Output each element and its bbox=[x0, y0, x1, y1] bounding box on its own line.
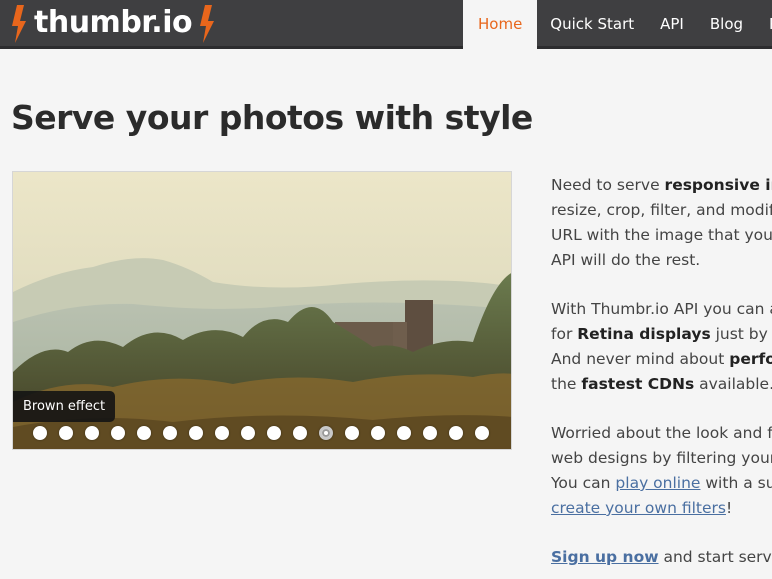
sign-up-link[interactable]: Sign up now bbox=[551, 548, 659, 566]
text: Worried about the look and f bbox=[551, 424, 772, 442]
image-slider[interactable]: Brown effect bbox=[12, 171, 512, 450]
brand-logo[interactable]: thumbr.io bbox=[10, 4, 216, 44]
lightning-bolt-icon bbox=[200, 5, 215, 43]
text: with a su bbox=[700, 474, 772, 492]
slider-dot[interactable] bbox=[449, 426, 463, 440]
nav-item-api[interactable]: API bbox=[647, 0, 697, 49]
intro-paragraph-filters: Worried about the look and f web designs… bbox=[551, 421, 772, 521]
emphasis: fastest CDNs bbox=[581, 375, 695, 393]
slider-dot[interactable] bbox=[267, 426, 281, 440]
emphasis: Retina displays bbox=[577, 325, 711, 343]
text: You can bbox=[551, 474, 616, 492]
slider-dot[interactable] bbox=[163, 426, 177, 440]
slider-dot[interactable] bbox=[293, 426, 307, 440]
slider-dot[interactable] bbox=[59, 426, 73, 440]
text: and start servin bbox=[663, 548, 772, 566]
slider-pagination bbox=[33, 426, 501, 440]
text: for bbox=[551, 325, 578, 343]
text: the bbox=[551, 375, 582, 393]
slider-dot[interactable] bbox=[397, 426, 411, 440]
create-filters-link[interactable]: create your own filters bbox=[551, 499, 726, 517]
emphasis: responsive ima bbox=[664, 176, 772, 194]
slider-dot[interactable] bbox=[371, 426, 385, 440]
lightning-bolt-icon bbox=[12, 5, 26, 43]
slider-dot[interactable] bbox=[85, 426, 99, 440]
emphasis: perfor bbox=[729, 350, 772, 368]
slider-dot-active[interactable] bbox=[319, 426, 333, 440]
text: ! bbox=[725, 499, 733, 517]
slider-dot[interactable] bbox=[111, 426, 125, 440]
slider-dot[interactable] bbox=[33, 426, 47, 440]
text: web designs by filtering your bbox=[551, 449, 772, 467]
slider-dot[interactable] bbox=[189, 426, 203, 440]
main-nav: Home Quick Start API Blog Pla bbox=[463, 0, 772, 49]
text: API will do the rest. bbox=[551, 251, 701, 269]
slider-dot[interactable] bbox=[137, 426, 151, 440]
intro-paragraph-signup: Sign up now and start servin bbox=[551, 545, 772, 570]
nav-item-home[interactable]: Home bbox=[463, 0, 538, 49]
nav-item-blog[interactable]: Blog bbox=[697, 0, 756, 49]
text: available. bbox=[694, 375, 772, 393]
intro-paragraph-responsive: Need to serve responsive ima resize, cro… bbox=[551, 173, 772, 273]
text: just by ad bbox=[715, 325, 772, 343]
page-title: Serve your photos with style bbox=[11, 98, 533, 137]
nav-item-play[interactable]: Pla bbox=[756, 0, 772, 49]
text: And never mind about bbox=[551, 350, 730, 368]
play-online-link[interactable]: play online bbox=[615, 474, 700, 492]
slider-dot[interactable] bbox=[345, 426, 359, 440]
slider-dot[interactable] bbox=[241, 426, 255, 440]
text: Need to serve bbox=[551, 176, 665, 194]
intro-paragraph-retina: With Thumbr.io API you can a for Retina … bbox=[551, 297, 772, 397]
slider-dot[interactable] bbox=[475, 426, 489, 440]
nav-item-quick-start[interactable]: Quick Start bbox=[537, 0, 647, 49]
intro-text: Need to serve responsive ima resize, cro… bbox=[551, 173, 772, 579]
brand-name: thumbr.io bbox=[34, 4, 193, 40]
slider-dot[interactable] bbox=[215, 426, 229, 440]
text: With Thumbr.io API you can a bbox=[551, 300, 772, 318]
top-navbar: thumbr.io Home Quick Start API Blog Pla bbox=[0, 0, 772, 49]
text: URL with the image that you bbox=[551, 226, 772, 244]
text: resize, crop, filter, and modify bbox=[551, 201, 772, 219]
slide-caption: Brown effect bbox=[13, 391, 116, 422]
slider-dot[interactable] bbox=[423, 426, 437, 440]
